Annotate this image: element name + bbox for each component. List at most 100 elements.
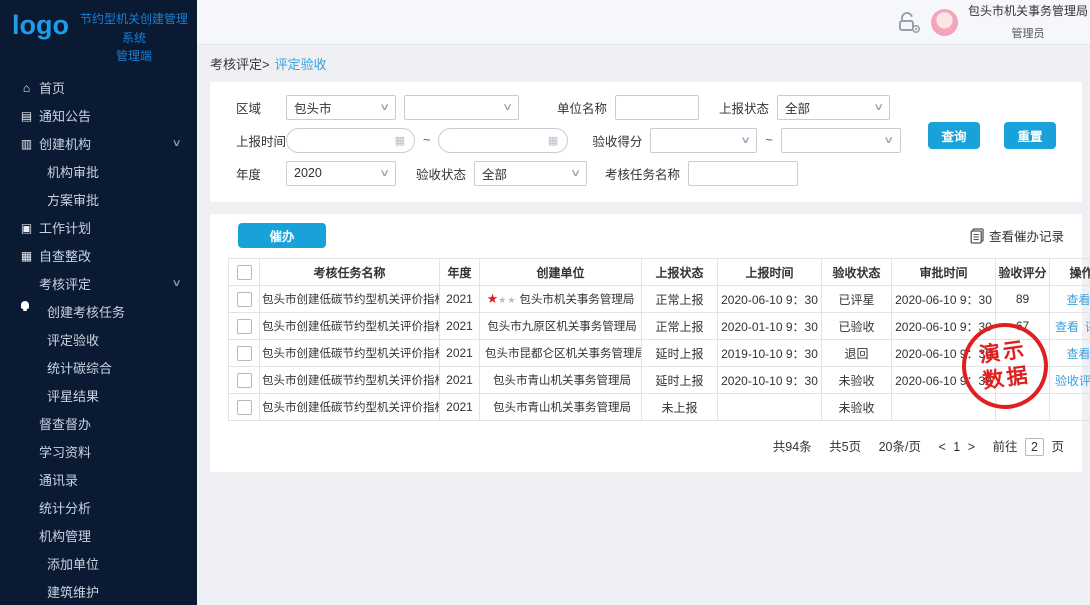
cell-accept-status: 已验收: [822, 313, 892, 340]
total-count: 共94条: [773, 440, 812, 454]
report-time-start-input[interactable]: ▦: [286, 128, 415, 153]
accept-status-value: 全部: [482, 164, 507, 183]
cell-ops: [1050, 394, 1090, 421]
sidebar-item-create-org[interactable]: ▥ 创建机构 ∨: [0, 130, 197, 158]
total-pages: 共5页: [829, 440, 861, 454]
score-to-select[interactable]: ∨: [781, 128, 901, 153]
report-time-end-input[interactable]: ▦: [438, 128, 568, 153]
sidebar-item-materials[interactable]: 学习资料: [0, 438, 197, 466]
table-row: 包头市创建低碳节约型机关评价指标 2021 包头市昆都仑区机关事务管理局 延时上…: [229, 340, 1090, 367]
unit-name-input[interactable]: [615, 95, 699, 120]
sidebar-item-analysis[interactable]: 统计分析: [0, 494, 197, 522]
sidebar-item-org-manage[interactable]: 机构管理: [0, 522, 197, 550]
view-link[interactable]: 查看: [1055, 320, 1079, 334]
sidebar-item-star-results[interactable]: 评星结果: [0, 382, 197, 410]
sidebar-item-building-maintain[interactable]: 建筑维护: [0, 578, 197, 605]
assessment-table: 考核任务名称 年度 创建单位 上报状态 上报时间 验收状态 审批时间 验收评分 …: [228, 258, 1090, 421]
sidebar-item-label: 创建考核任务: [47, 302, 125, 321]
row-checkbox[interactable]: [237, 319, 252, 334]
sidebar-item-label: 评定验收: [47, 330, 99, 349]
user-info[interactable]: 包头市机关事务管理局 管理员: [968, 0, 1088, 44]
range-separator: ~: [423, 133, 430, 147]
chevron-down-icon: ∨: [171, 278, 181, 289]
view-urge-records-link[interactable]: 查看催办记录: [970, 226, 1064, 245]
cell-accept-status: 退回: [822, 340, 892, 367]
next-page-button[interactable]: >: [968, 440, 975, 454]
region-select[interactable]: 包头市 ∨: [286, 95, 396, 120]
sidebar-item-stats-carbon[interactable]: 统计碳综合: [0, 354, 197, 382]
row-checkbox[interactable]: [237, 346, 252, 361]
chevron-down-icon: ∨: [171, 138, 181, 149]
region-sub-select[interactable]: ∨: [404, 95, 519, 120]
pagination: 共94条 共5页 20条/页 < 1 > 前往 2 页: [228, 436, 1064, 456]
accept-score-link[interactable]: 验收评分: [1055, 374, 1090, 388]
col-year: 年度: [440, 259, 480, 286]
urge-button[interactable]: 催办: [238, 223, 326, 248]
main-area: 包头市机关事务管理局 管理员 考核评定> 评定验收 区域 包头市 ∨ ∨ 单位名…: [197, 0, 1090, 605]
sidebar-item-home[interactable]: ⌂ 首页: [0, 74, 197, 102]
cell-report-time: 2019-10-10 9：30: [718, 340, 822, 367]
lock-icon[interactable]: [895, 10, 921, 34]
cell-report-status: 延时上报: [642, 340, 718, 367]
sidebar-item-contacts[interactable]: 通讯录: [0, 466, 197, 494]
sidebar-item-label: 自查整改: [39, 246, 91, 265]
table-header-row: 考核任务名称 年度 创建单位 上报状态 上报时间 验收状态 审批时间 验收评分 …: [229, 259, 1090, 286]
col-unit: 创建单位: [480, 259, 642, 286]
chevron-down-icon: ∨: [570, 168, 581, 179]
cell-approve-time: 2020-06-10 9：30: [892, 286, 996, 313]
sidebar-item-label: 首页: [39, 78, 65, 97]
cell-unit: 包头市昆都仑区机关事务管理局: [480, 340, 642, 367]
row-checkbox[interactable]: [237, 292, 252, 307]
report-status-select[interactable]: 全部 ∨: [777, 95, 890, 120]
accept-status-label: 验收状态: [416, 164, 466, 183]
sidebar-item-create-task[interactable]: 创建考核任务: [0, 298, 197, 326]
current-page[interactable]: 1: [953, 440, 960, 454]
reset-button[interactable]: 重置: [1004, 122, 1056, 149]
year-select[interactable]: 2020 ∨: [286, 161, 396, 186]
cell-approve-time: 2020-06-10 9：30: [892, 313, 996, 340]
cell-task-name: 包头市创建低碳节约型机关评价指标: [260, 340, 440, 367]
view-link[interactable]: 查看: [1066, 347, 1090, 361]
chevron-down-icon: ∨: [873, 102, 884, 113]
sidebar-item-add-unit[interactable]: 添加单位: [0, 550, 197, 578]
org-icon: ▥: [20, 137, 33, 151]
sidebar-item-work-plan[interactable]: ▣ 工作计划: [0, 214, 197, 242]
sidebar-item-assessment[interactable]: 考核评定 ∨: [0, 270, 197, 298]
unit-name: 包头市青山机关事务管理局: [493, 402, 631, 414]
score-from-select[interactable]: ∨: [650, 128, 757, 153]
rate-link[interactable]: 评星: [1085, 320, 1090, 334]
plan-icon: ▣: [20, 221, 33, 235]
row-checkbox[interactable]: [237, 400, 252, 415]
task-name-input[interactable]: [688, 161, 798, 186]
accept-status-select[interactable]: 全部 ∨: [474, 161, 587, 186]
goto-page-input[interactable]: 2: [1025, 438, 1044, 456]
system-title: 节约型机关创建管理系统 管理端: [77, 10, 191, 66]
col-score: 验收评分: [996, 259, 1050, 286]
cell-ops: 查看: [1050, 340, 1090, 367]
filter-row-3: 年度 2020 ∨ 验收状态 全部 ∨ 考核任务名称: [236, 160, 1082, 186]
search-button[interactable]: 查询: [928, 122, 980, 149]
col-approve-time: 审批时间: [892, 259, 996, 286]
chevron-down-icon: ∨: [740, 135, 751, 146]
sidebar-item-supervision[interactable]: 督查督办: [0, 410, 197, 438]
breadcrumb-current[interactable]: 评定验收: [275, 54, 327, 73]
year-select-value: 2020: [294, 166, 322, 180]
table-toolbar: 催办 查看催办记录: [228, 223, 1064, 248]
col-task-name: 考核任务名称: [260, 259, 440, 286]
unit-name: 包头市昆都仑区机关事务管理局: [485, 348, 642, 360]
report-status-value: 全部: [785, 98, 810, 117]
sidebar-item-notice[interactable]: ▤ 通知公告: [0, 102, 197, 130]
row-checkbox[interactable]: [237, 373, 252, 388]
sidebar-item-self-check[interactable]: ▦ 自查整改: [0, 242, 197, 270]
avatar[interactable]: [931, 9, 958, 36]
sidebar-item-acceptance[interactable]: 评定验收: [0, 326, 197, 354]
calendar-icon: ▦: [548, 134, 558, 147]
filter-row-1: 区域 包头市 ∨ ∨ 单位名称 上报状态 全部 ∨: [236, 94, 1082, 120]
sidebar-item-org-approval[interactable]: 机构审批: [0, 158, 197, 186]
sidebar-item-plan-approval[interactable]: 方案审批: [0, 186, 197, 214]
prev-page-button[interactable]: <: [938, 440, 945, 454]
select-all-checkbox[interactable]: [237, 265, 252, 280]
view-link[interactable]: 查看: [1066, 293, 1090, 307]
cell-task-name: 包头市创建低碳节约型机关评价指标: [260, 313, 440, 340]
cell-ops: 验收评分: [1050, 367, 1090, 394]
